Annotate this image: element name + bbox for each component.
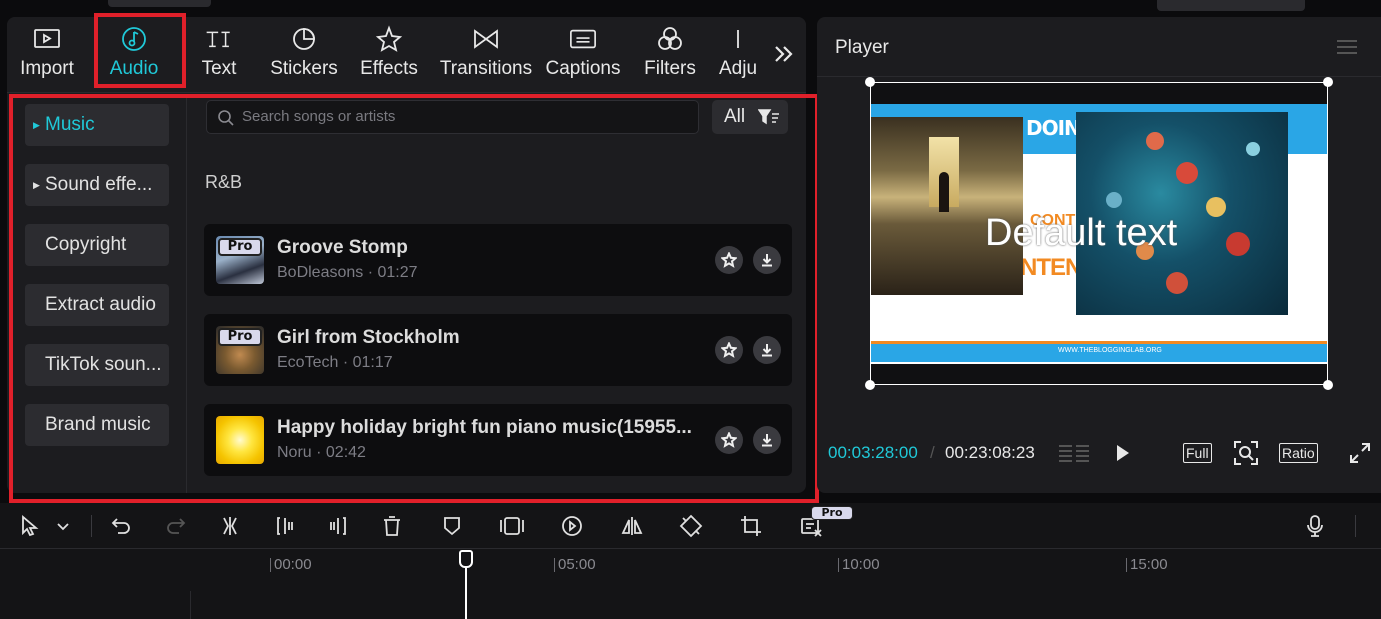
window-control-block[interactable]: [1157, 0, 1305, 11]
track-divider: [190, 591, 191, 619]
sticker-icon: [290, 25, 318, 53]
audio-tab-highlight: [94, 13, 186, 88]
player-title: Player: [835, 37, 889, 58]
resize-handle[interactable]: [865, 380, 875, 390]
delete-icon[interactable]: [380, 514, 404, 538]
tab-text[interactable]: Text: [197, 17, 241, 93]
timeline-ruler[interactable]: 00:00 05:00 10:00 15:00: [0, 550, 1381, 619]
trim-left-icon[interactable]: [273, 514, 297, 538]
import-icon: [33, 25, 61, 53]
tab-label: Transitions: [439, 58, 533, 79]
tab-label: Import: [20, 58, 74, 79]
playhead-handle[interactable]: [459, 550, 473, 568]
chevron-down-icon[interactable]: [54, 514, 72, 538]
resize-handle[interactable]: [865, 77, 875, 87]
resize-handle[interactable]: [1323, 380, 1333, 390]
player-panel: Player DOING CONTE NTEN WWW.THEBLOGGINGL…: [817, 17, 1381, 493]
selection-box: [870, 82, 1328, 385]
zoom-fit-icon[interactable]: [1233, 440, 1259, 466]
mirror-icon[interactable]: [620, 514, 644, 538]
tab-label: Adju: [718, 58, 758, 79]
tab-label: Text: [201, 58, 237, 79]
undo-icon[interactable]: [109, 514, 133, 538]
tab-label: Effects: [360, 58, 418, 79]
total-time: 00:23:08:23: [945, 443, 1035, 462]
tab-label: Captions: [545, 58, 621, 79]
toolbar-divider: [91, 515, 92, 537]
trim-right-icon[interactable]: [326, 514, 350, 538]
time-tick: 00:00: [270, 556, 312, 573]
tab-transitions[interactable]: Transitions: [439, 17, 533, 93]
tab-filters[interactable]: Filters: [644, 17, 696, 93]
rotate-icon[interactable]: [679, 514, 703, 538]
tab-stickers[interactable]: Stickers: [269, 17, 339, 93]
time-tick: 05:00: [554, 556, 596, 573]
resize-handle[interactable]: [1323, 77, 1333, 87]
crop-icon[interactable]: [739, 514, 763, 538]
fullscreen-icon[interactable]: [1349, 442, 1371, 464]
play-icon[interactable]: [1115, 443, 1131, 463]
tab-import[interactable]: Import: [15, 17, 79, 93]
full-button[interactable]: Full: [1183, 443, 1212, 463]
window-tab[interactable]: [108, 0, 211, 7]
video-preview[interactable]: DOING CONTE NTEN WWW.THEBLOGGINGLAB.ORG …: [865, 77, 1333, 390]
player-header: Player: [817, 17, 1381, 77]
double-chevron-right-icon[interactable]: [769, 39, 799, 69]
top-strip: [0, 0, 1381, 17]
pro-badge: Pro: [811, 506, 853, 520]
speed-icon[interactable]: [560, 514, 584, 538]
freeze-frame-icon[interactable]: [499, 514, 524, 538]
tab-captions[interactable]: Captions: [544, 17, 622, 93]
tab-adjust[interactable]: Adju: [717, 17, 759, 93]
redo-icon[interactable]: [164, 514, 188, 538]
select-cursor-icon[interactable]: [18, 514, 42, 538]
timeline-panel: Pro 00:00 05:00 10:00 15:00: [0, 503, 1381, 619]
split-icon[interactable]: [218, 514, 242, 538]
time-separator: /: [930, 443, 935, 462]
microphone-icon[interactable]: [1303, 514, 1327, 538]
text-icon: [205, 25, 233, 53]
bowtie-icon: [472, 25, 500, 53]
filters-icon: [656, 25, 684, 53]
content-highlight: [9, 94, 819, 503]
time-tick: 15:00: [1126, 556, 1168, 573]
sparkle-star-icon: [375, 25, 403, 53]
tab-effects[interactable]: Effects: [360, 17, 418, 93]
waveform-grid-icon[interactable]: [1058, 443, 1090, 465]
time-tick: 10:00: [838, 556, 880, 573]
timeline-toolbar: Pro: [0, 503, 1381, 549]
ratio-button[interactable]: Ratio: [1279, 443, 1318, 463]
tab-label: Stickers: [270, 58, 338, 79]
current-time: 00:03:28:00: [828, 443, 918, 462]
captions-icon: [569, 25, 597, 53]
hamburger-menu-icon[interactable]: [1337, 39, 1357, 55]
toolbar-divider: [1355, 515, 1356, 537]
tab-label: Filters: [644, 58, 696, 79]
player-controls: 00:03:28:00 / 00:23:08:23 Full Ratio: [817, 437, 1381, 471]
adjust-icon: [724, 25, 752, 53]
marker-icon[interactable]: [440, 514, 464, 538]
